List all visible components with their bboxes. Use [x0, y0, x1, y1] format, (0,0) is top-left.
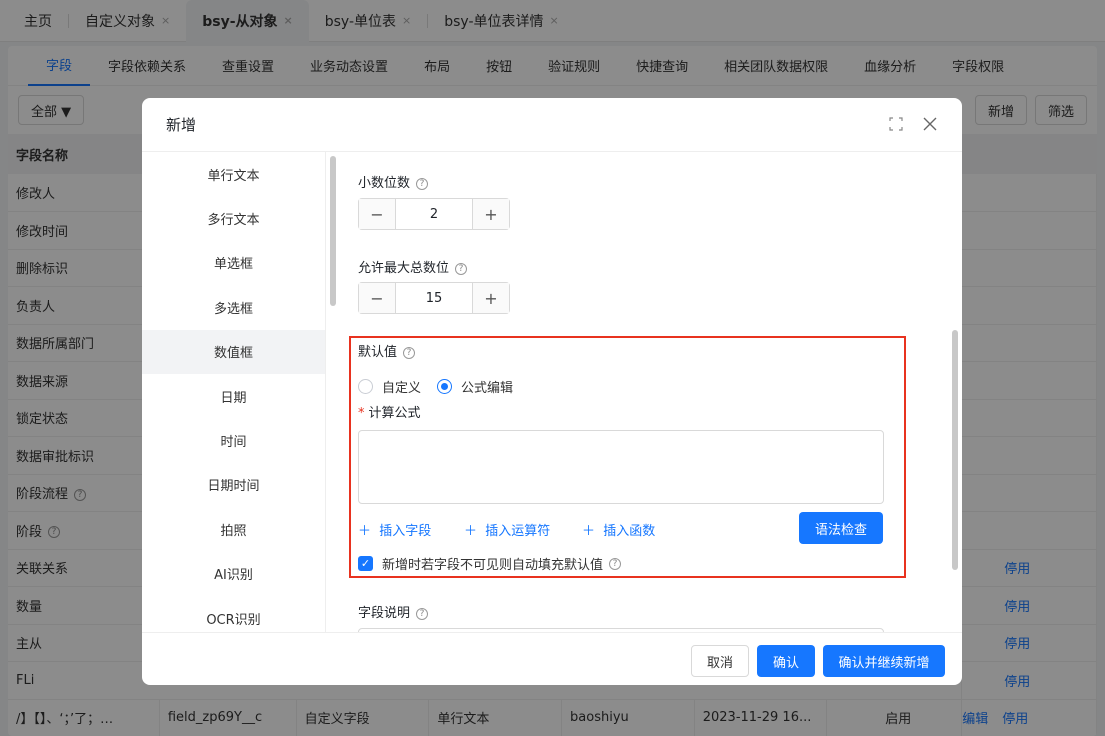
formula-textarea[interactable]	[358, 430, 884, 504]
insert-field-link[interactable]: ＋ 插入字段	[358, 520, 431, 539]
insert-function-link[interactable]: ＋ 插入函数	[582, 520, 655, 539]
modal-header: 新增	[142, 98, 962, 152]
default-value-label: 默认值?	[358, 341, 416, 360]
field-type-radio[interactable]: 单选框	[142, 241, 325, 285]
field-type-number[interactable]: 数值框	[142, 329, 325, 374]
autofill-checkbox-row[interactable]: ✓ 新增时若字段不可见则自动填充默认值?	[358, 554, 622, 573]
add-field-modal: 新增 单行文本 多行文本 单选框 多选框 数值框 日期 时间 日期时间 拍照 A…	[142, 98, 962, 685]
field-description-label: 字段说明?	[358, 602, 429, 621]
field-type-time[interactable]: 时间	[142, 418, 325, 462]
cancel-button[interactable]: 取消	[691, 645, 749, 677]
radio-custom[interactable]: 自定义	[358, 377, 421, 396]
checkbox-checked[interactable]: ✓	[358, 556, 373, 571]
decrement-button[interactable]: −	[359, 199, 395, 229]
syntax-check-button[interactable]: 语法检查	[799, 512, 883, 544]
formula-label: * 计算公式	[358, 402, 421, 421]
decimal-places-stepper[interactable]: − 2 +	[358, 198, 510, 230]
help-icon[interactable]: ?	[416, 177, 429, 190]
max-digits-stepper[interactable]: − 15 +	[358, 282, 510, 314]
insert-function-label: 插入函数	[603, 524, 656, 539]
max-digits-value[interactable]: 15	[395, 283, 473, 313]
confirm-continue-button[interactable]: 确认并继续新增	[823, 645, 945, 677]
help-icon[interactable]: ?	[416, 607, 429, 620]
help-icon[interactable]: ?	[609, 557, 622, 570]
field-type-ai-recognition[interactable]: AI识别	[142, 552, 325, 596]
decrement-button[interactable]: −	[359, 283, 395, 313]
field-type-list: 单行文本 多行文本 单选框 多选框 数值框 日期 时间 日期时间 拍照 AI识别…	[142, 152, 326, 632]
decimal-places-value[interactable]: 2	[395, 199, 473, 229]
modal-footer: 取消 确认 确认并继续新增	[142, 632, 962, 685]
help-icon[interactable]: ?	[403, 346, 416, 359]
form-scrollbar[interactable]	[952, 330, 958, 570]
required-marker: *	[358, 406, 365, 421]
default-value-text: 默认值	[358, 345, 398, 360]
field-type-datetime[interactable]: 日期时间	[142, 463, 325, 507]
close-icon[interactable]	[920, 114, 940, 134]
field-description-text: 字段说明	[358, 606, 411, 621]
radio-formula[interactable]: 公式编辑	[437, 377, 513, 396]
autofill-label: 新增时若字段不可见则自动填充默认值	[382, 558, 604, 573]
increment-button[interactable]: +	[473, 199, 509, 229]
type-list-scrollbar[interactable]	[330, 156, 336, 306]
field-type-photo[interactable]: 拍照	[142, 507, 325, 551]
field-type-date[interactable]: 日期	[142, 374, 325, 418]
insert-operator-label: 插入运算符	[485, 524, 551, 539]
radio-label: 公式编辑	[461, 381, 514, 396]
increment-button[interactable]: +	[473, 283, 509, 313]
help-icon[interactable]: ?	[455, 262, 468, 275]
radio-label: 自定义	[382, 381, 422, 396]
field-config-form: 小数位数? − 2 + 允许最大总数位? − 15 + 默认值? 自定义 公式编…	[342, 152, 948, 632]
modal-title: 新增	[166, 116, 197, 134]
field-type-checkbox[interactable]: 多选框	[142, 285, 325, 329]
confirm-button[interactable]: 确认	[757, 645, 815, 677]
radio-circle-checked[interactable]	[437, 379, 452, 394]
field-type-multi-line-text[interactable]: 多行文本	[142, 196, 325, 240]
decimal-places-label: 小数位数?	[358, 172, 429, 191]
formula-text: 计算公式	[368, 406, 421, 421]
insert-operator-link[interactable]: ＋ 插入运算符	[464, 520, 550, 539]
radio-circle[interactable]	[358, 379, 373, 394]
fullscreen-icon[interactable]	[886, 114, 906, 134]
field-type-single-line-text[interactable]: 单行文本	[142, 152, 325, 196]
insert-field-label: 插入字段	[379, 524, 432, 539]
decimal-places-text: 小数位数	[358, 176, 411, 191]
max-digits-label: 允许最大总数位?	[358, 257, 468, 276]
max-digits-text: 允许最大总数位	[358, 261, 450, 276]
field-type-ocr-recognition[interactable]: OCR识别	[142, 596, 325, 632]
